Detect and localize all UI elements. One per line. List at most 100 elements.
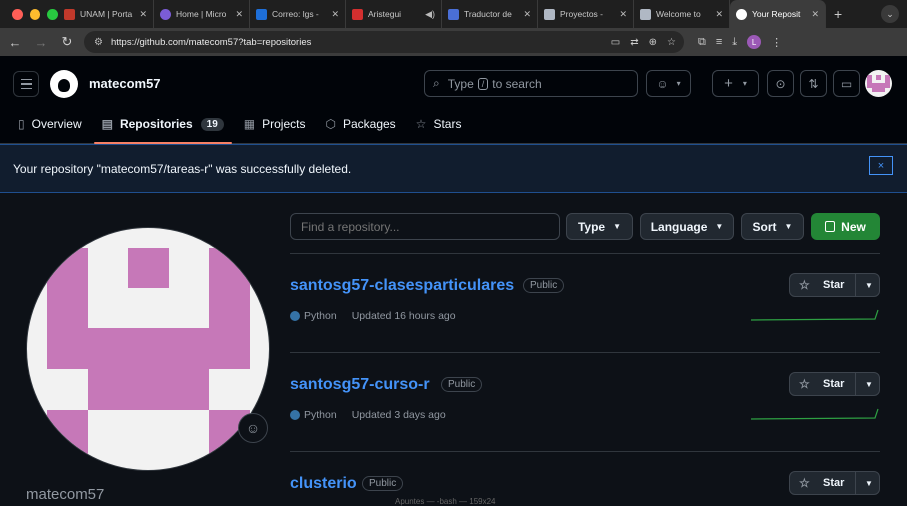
smiley-status-icon[interactable]: ☺	[238, 413, 268, 443]
divider	[290, 451, 880, 452]
new-tab-button[interactable]: +	[826, 6, 850, 22]
favicon-icon	[256, 8, 267, 20]
close-tab-icon[interactable]: ✕	[327, 9, 339, 20]
browser-tab[interactable]: Home | Micro ✕	[154, 0, 250, 28]
search-icon: ⌕	[433, 76, 440, 90]
browser-menu-icon[interactable]: ⋮	[771, 36, 782, 49]
browser-tab[interactable]: Aristegui ◀)	[346, 0, 442, 28]
close-tab-icon[interactable]: ✕	[711, 9, 723, 20]
chevron-down-icon[interactable]: ▼	[865, 281, 873, 290]
new-repository-button[interactable]: New	[811, 213, 880, 240]
close-tab-icon[interactable]: ✕	[231, 9, 243, 20]
browser-toolbar: ← → ↻ ⚙ https://github.com/matecom57?tab…	[0, 28, 907, 56]
browser-tab[interactable]: Welcome to ✕	[634, 0, 730, 28]
download-icon[interactable]: ⤓	[732, 36, 737, 49]
browser-tab-active[interactable]: Your Reposit ✕	[730, 0, 826, 28]
tab-search-icon[interactable]: ⌄	[881, 5, 899, 23]
reload-icon[interactable]: ↻	[54, 34, 80, 50]
visibility-badge: Public	[441, 377, 483, 392]
chevron-down-icon: ▼	[613, 222, 622, 231]
chevron-down-icon: ▾	[676, 79, 681, 88]
favicon-icon	[352, 8, 363, 20]
chevron-down-icon[interactable]: ▼	[865, 380, 873, 389]
close-icon[interactable]: ×	[869, 156, 893, 175]
back-icon[interactable]: ←	[2, 35, 28, 50]
repo-link[interactable]: santosg57-curso-r	[290, 376, 430, 394]
cast-icon[interactable]: ▭	[611, 37, 620, 48]
repo-count-badge: 19	[200, 117, 224, 131]
close-tab-icon[interactable]: ✕	[807, 9, 819, 20]
issue-icon: ⊙	[775, 76, 786, 91]
github-logo-icon[interactable]	[50, 70, 78, 98]
site-info-icon[interactable]: ⚙	[94, 37, 103, 48]
star-icon: ☆	[799, 278, 810, 292]
media-icon[interactable]: ≡	[716, 36, 722, 48]
flash-message: Your repository "matecom57/tareas-r" was…	[13, 162, 352, 176]
browser-tab[interactable]: Correo: lgs - ✕	[250, 0, 346, 28]
profile-subnav: ▯ Overview ▤ Repositories 19 ▦ Projects ⬡ Pac…	[0, 112, 481, 144]
repo-icon: ▤	[101, 117, 113, 131]
speaker-icon[interactable]: ◀)	[421, 9, 435, 20]
browser-profile-avatar[interactable]: L	[747, 35, 762, 49]
tab-stars[interactable]: ☆ Stars	[416, 112, 462, 136]
hamburger-menu-icon[interactable]	[13, 71, 39, 97]
chevron-down-icon[interactable]: ▼	[865, 479, 873, 488]
inbox-icon: ▭	[840, 76, 853, 91]
repo-icon	[825, 221, 836, 232]
divider	[290, 352, 880, 353]
activity-sparkline	[751, 309, 879, 321]
star-button[interactable]: ☆ Star ▼	[789, 273, 880, 297]
zoom-icon[interactable]: ⊕	[649, 37, 657, 48]
search-input[interactable]: ⌕ Type / to search	[424, 70, 638, 97]
chevron-down-icon: ▾	[742, 79, 747, 88]
favicon-icon	[544, 8, 555, 20]
browser-tab[interactable]: Traductor de ✕	[442, 0, 538, 28]
pull-requests-button[interactable]: ⇅	[800, 70, 827, 97]
forward-icon[interactable]: →	[28, 35, 54, 50]
repo-meta: Python Updated 3 days ago	[290, 409, 446, 421]
maximize-window-icon[interactable]	[47, 8, 59, 20]
tab-projects[interactable]: ▦ Projects	[244, 112, 306, 136]
close-tab-icon[interactable]: ✕	[615, 9, 627, 20]
repo-link[interactable]: clusterio	[290, 475, 357, 493]
language-color-dot	[290, 410, 300, 420]
copilot-button[interactable]: ☺ ▾	[646, 70, 691, 97]
window-controls	[0, 8, 59, 20]
user-avatar[interactable]	[865, 70, 892, 97]
create-new-button[interactable]: + ▾	[712, 70, 759, 97]
close-tab-icon[interactable]: ✕	[519, 9, 531, 20]
profile-context-username[interactable]: matecom57	[89, 76, 161, 91]
tab-packages[interactable]: ⬡ Packages	[325, 112, 395, 136]
address-bar[interactable]: ⚙ https://github.com/matecom57?tab=repos…	[84, 31, 684, 53]
bookmark-star-icon[interactable]: ☆	[667, 37, 676, 48]
tab-repositories[interactable]: ▤ Repositories 19	[93, 112, 232, 144]
issues-button[interactable]: ⊙	[767, 70, 794, 97]
close-tab-icon[interactable]: ✕	[135, 9, 147, 20]
extensions-icon[interactable]: ⧉	[698, 36, 706, 49]
close-window-icon[interactable]	[12, 8, 23, 20]
star-icon: ☆	[799, 377, 810, 391]
browser-tab[interactable]: Proyectos - ✕	[538, 0, 634, 28]
type-filter-button[interactable]: Type ▼	[566, 213, 633, 240]
favicon-icon	[160, 8, 171, 20]
sort-button[interactable]: Sort ▼	[741, 213, 804, 240]
language-filter-button[interactable]: Language ▼	[640, 213, 734, 240]
repo-link[interactable]: santosg57-clasesparticulares	[290, 277, 514, 295]
search-shortcut-key: /	[477, 77, 489, 90]
browser-tab[interactable]: UNAM | Porta ✕	[58, 0, 154, 28]
url-text: https://github.com/matecom57?tab=reposit…	[110, 36, 312, 48]
profile-avatar[interactable]	[26, 227, 270, 471]
repo-meta: Python Updated 16 hours ago	[290, 310, 456, 322]
inbox-button[interactable]: ▭	[833, 70, 860, 97]
translate-icon[interactable]: ⇄	[630, 37, 638, 48]
table-icon: ▦	[243, 117, 256, 131]
language-color-dot	[290, 311, 300, 321]
chevron-down-icon: ▼	[784, 222, 793, 231]
find-repository-input[interactable]	[290, 213, 560, 240]
minimize-window-icon[interactable]	[29, 8, 41, 20]
visibility-badge: Public	[362, 476, 404, 491]
tab-overview[interactable]: ▯ Overview	[18, 112, 82, 136]
star-button[interactable]: ☆ Star ▼	[789, 471, 880, 495]
pull-request-icon: ⇅	[808, 76, 819, 91]
star-button[interactable]: ☆ Star ▼	[789, 372, 880, 396]
